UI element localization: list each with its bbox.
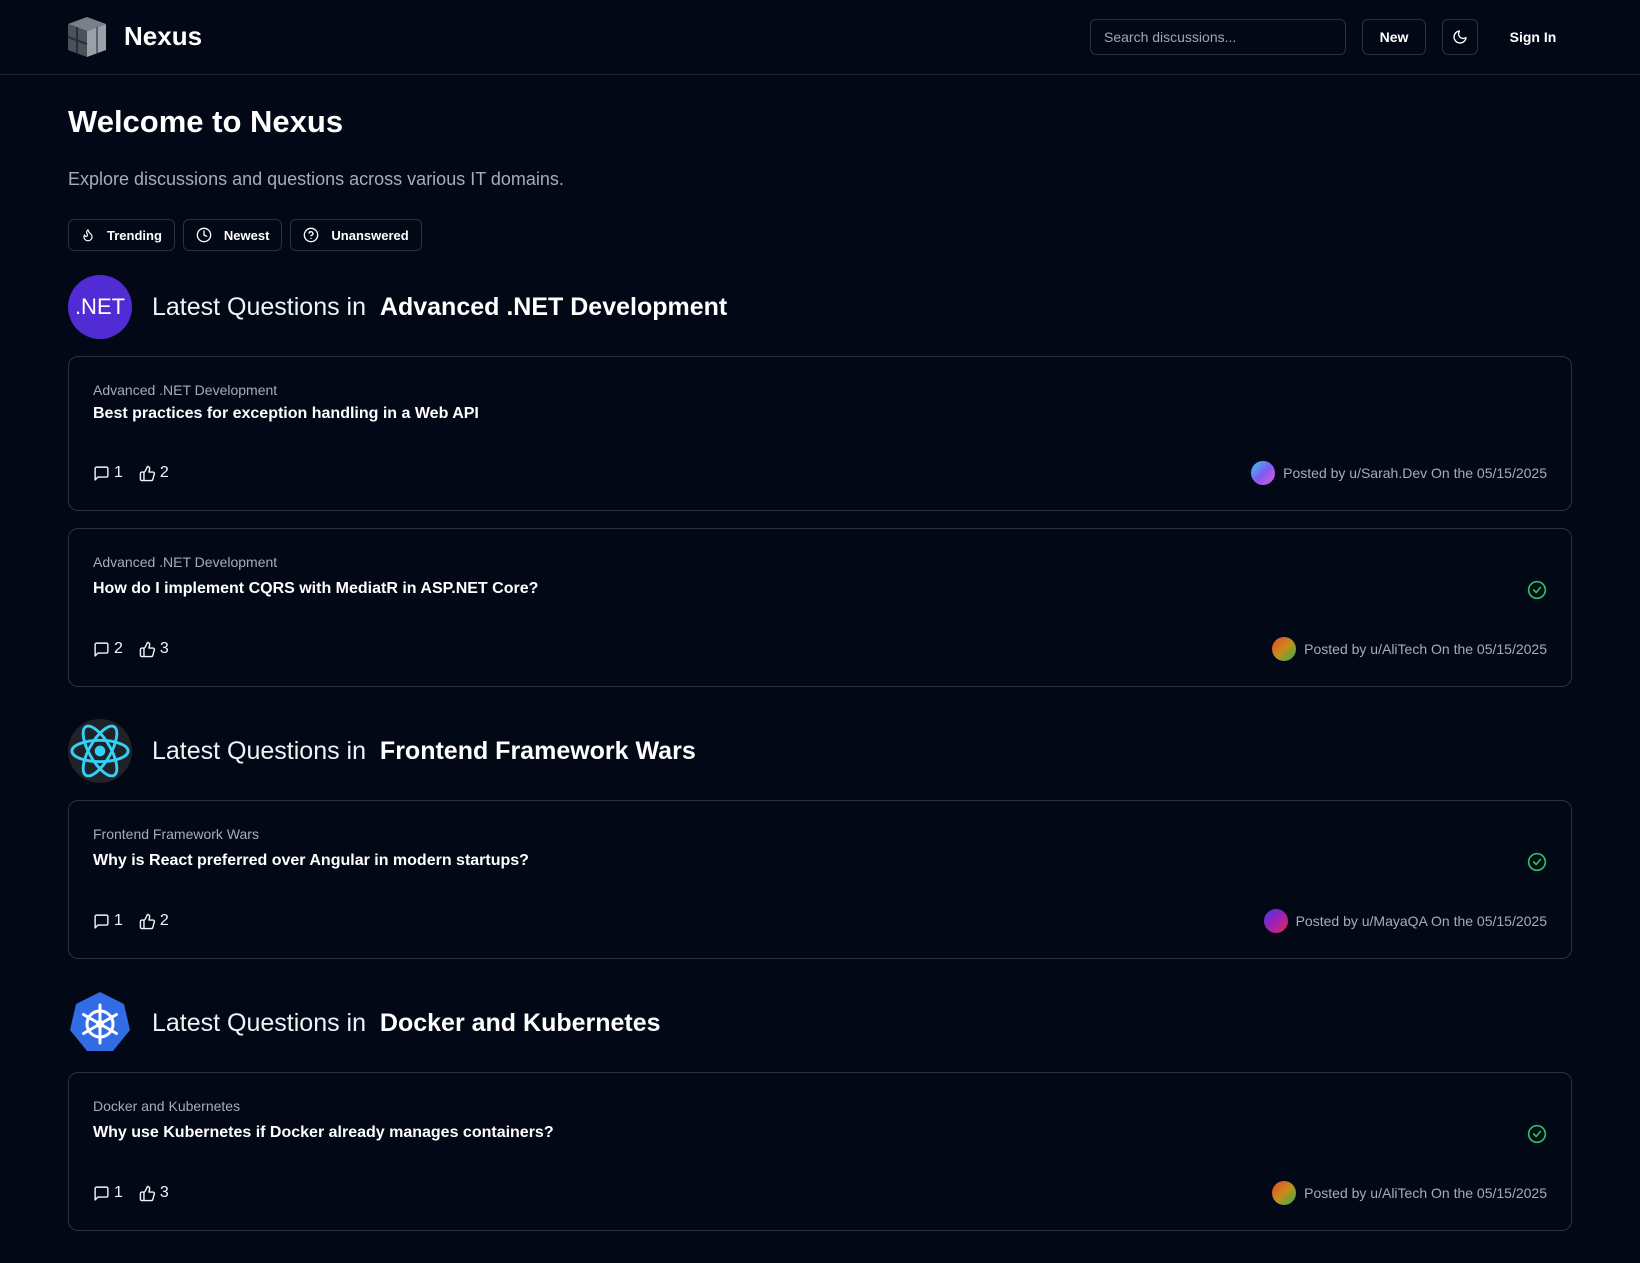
dotnet-logo-icon[interactable]: .NET <box>68 275 132 339</box>
brand-name[interactable]: Nexus <box>124 18 202 54</box>
section-header-dotnet: .NET Latest Questions in Advanced .NET D… <box>68 275 727 339</box>
card-stats: 1 2 <box>93 912 185 930</box>
flame-icon <box>83 229 93 242</box>
section-name: Docker and Kubernetes <box>379 1008 661 1037</box>
comments-stat[interactable]: 2 <box>93 640 123 658</box>
filter-label: Unanswered <box>331 227 409 243</box>
section-prefix: Latest Questions in <box>152 736 367 765</box>
posted-by: Posted by u/MayaQA On the 05/15/2025 <box>1295 913 1547 929</box>
avatar[interactable] <box>1263 909 1288 933</box>
page-title: Welcome to Nexus <box>68 104 344 139</box>
card-title[interactable]: Best practices for exception handling in… <box>93 405 479 423</box>
likes-stat[interactable]: 3 <box>139 1184 169 1202</box>
filter-label: Trending <box>107 227 162 243</box>
question-card[interactable]: Docker and Kubernetes Why use Kubernetes… <box>68 1072 1572 1231</box>
posted-by: Posted by u/AliTech On the 05/15/2025 <box>1304 1185 1547 1201</box>
card-category: Docker and Kubernetes <box>93 1098 241 1114</box>
thumbs-up-icon <box>139 465 156 481</box>
question-card[interactable]: Advanced .NET Development How do I imple… <box>68 528 1572 687</box>
filter-bar: Trending Newest Unanswered <box>68 219 422 251</box>
likes-stat[interactable]: 2 <box>139 912 169 930</box>
nexus-logo-icon[interactable] <box>66 15 108 59</box>
posted-by: Posted by u/AliTech On the 05/15/2025 <box>1304 641 1547 657</box>
sign-in-button[interactable]: Sign In <box>1496 19 1570 55</box>
posted-by: Posted by u/Sarah.Dev On the 05/15/2025 <box>1283 465 1547 481</box>
section-title[interactable]: Latest Questions in Frontend Framework W… <box>152 737 696 766</box>
card-stats: 1 3 <box>93 1184 185 1202</box>
comment-count: 1 <box>114 1184 123 1201</box>
search-input[interactable] <box>1090 19 1346 55</box>
comment-icon <box>94 641 109 657</box>
thumbs-up-icon <box>139 1185 156 1201</box>
react-logo-icon[interactable] <box>68 719 132 783</box>
post-meta: Posted by u/AliTech On the 05/15/2025 <box>1272 637 1547 661</box>
card-category: Advanced .NET Development <box>93 382 278 398</box>
post-meta: Posted by u/MayaQA On the 05/15/2025 <box>1263 909 1547 933</box>
thumbs-up-icon <box>139 641 156 657</box>
comments-stat[interactable]: 1 <box>93 1184 123 1202</box>
kubernetes-logo-icon[interactable] <box>68 991 132 1055</box>
like-count: 2 <box>159 464 169 481</box>
section-name: Advanced .NET Development <box>379 292 728 321</box>
moon-icon <box>1453 30 1467 44</box>
filter-newest-button[interactable]: Newest <box>182 219 283 251</box>
clock-icon <box>196 227 212 243</box>
card-title[interactable]: Why use Kubernetes if Docker already man… <box>93 1124 554 1142</box>
comment-icon <box>94 1185 109 1201</box>
filter-label: Newest <box>223 227 270 243</box>
card-stats: 2 3 <box>93 640 185 658</box>
question-card[interactable]: Frontend Framework Wars Why is React pre… <box>68 800 1572 959</box>
card-title[interactable]: Why is React preferred over Angular in m… <box>93 852 529 870</box>
question-circle-icon <box>304 227 319 243</box>
top-nav: Nexus New Sign In <box>0 0 1640 75</box>
comment-count: 1 <box>114 912 123 929</box>
comment-icon <box>94 465 109 481</box>
dotnet-logo-text: .NET <box>74 294 126 319</box>
card-title[interactable]: How do I implement CQRS with MediatR in … <box>93 580 538 598</box>
section-prefix: Latest Questions in <box>152 1008 367 1037</box>
filter-unanswered-button[interactable]: Unanswered <box>290 219 422 251</box>
atom-icon <box>70 724 130 778</box>
section-prefix: Latest Questions in <box>152 292 367 321</box>
new-post-button[interactable]: New <box>1362 19 1426 55</box>
comment-icon <box>94 913 109 929</box>
section-title[interactable]: Latest Questions in Docker and Kubernete… <box>152 1009 661 1038</box>
post-meta: Posted by u/AliTech On the 05/15/2025 <box>1272 1181 1547 1205</box>
avatar[interactable] <box>1251 461 1276 485</box>
solved-check-icon <box>1527 1124 1547 1144</box>
like-count: 3 <box>159 640 169 657</box>
section-title[interactable]: Latest Questions in Advanced .NET Develo… <box>152 293 727 322</box>
like-count: 2 <box>159 912 169 929</box>
card-category: Advanced .NET Development <box>93 554 278 570</box>
likes-stat[interactable]: 3 <box>139 640 169 658</box>
theme-toggle-button[interactable] <box>1442 19 1478 55</box>
page-subtitle: Explore discussions and questions across… <box>68 169 564 189</box>
card-stats: 1 2 <box>93 464 185 482</box>
avatar[interactable] <box>1272 1181 1297 1205</box>
avatar[interactable] <box>1272 637 1297 661</box>
solved-check-icon <box>1527 852 1547 872</box>
comment-count: 1 <box>114 464 123 481</box>
section-header-frontend: Latest Questions in Frontend Framework W… <box>68 719 696 783</box>
post-meta: Posted by u/Sarah.Dev On the 05/15/2025 <box>1251 461 1547 485</box>
section-name: Frontend Framework Wars <box>379 736 696 765</box>
comments-stat[interactable]: 1 <box>93 464 123 482</box>
comments-stat[interactable]: 1 <box>93 912 123 930</box>
card-category: Frontend Framework Wars <box>93 826 259 842</box>
section-header-kubernetes: Latest Questions in Docker and Kubernete… <box>68 991 661 1055</box>
filter-trending-button[interactable]: Trending <box>68 219 175 251</box>
question-card[interactable]: Advanced .NET Development Best practices… <box>68 356 1572 511</box>
thumbs-up-icon <box>139 913 156 929</box>
solved-check-icon <box>1527 580 1547 600</box>
likes-stat[interactable]: 2 <box>139 464 169 482</box>
comment-count: 2 <box>114 640 123 657</box>
like-count: 3 <box>159 1184 169 1201</box>
